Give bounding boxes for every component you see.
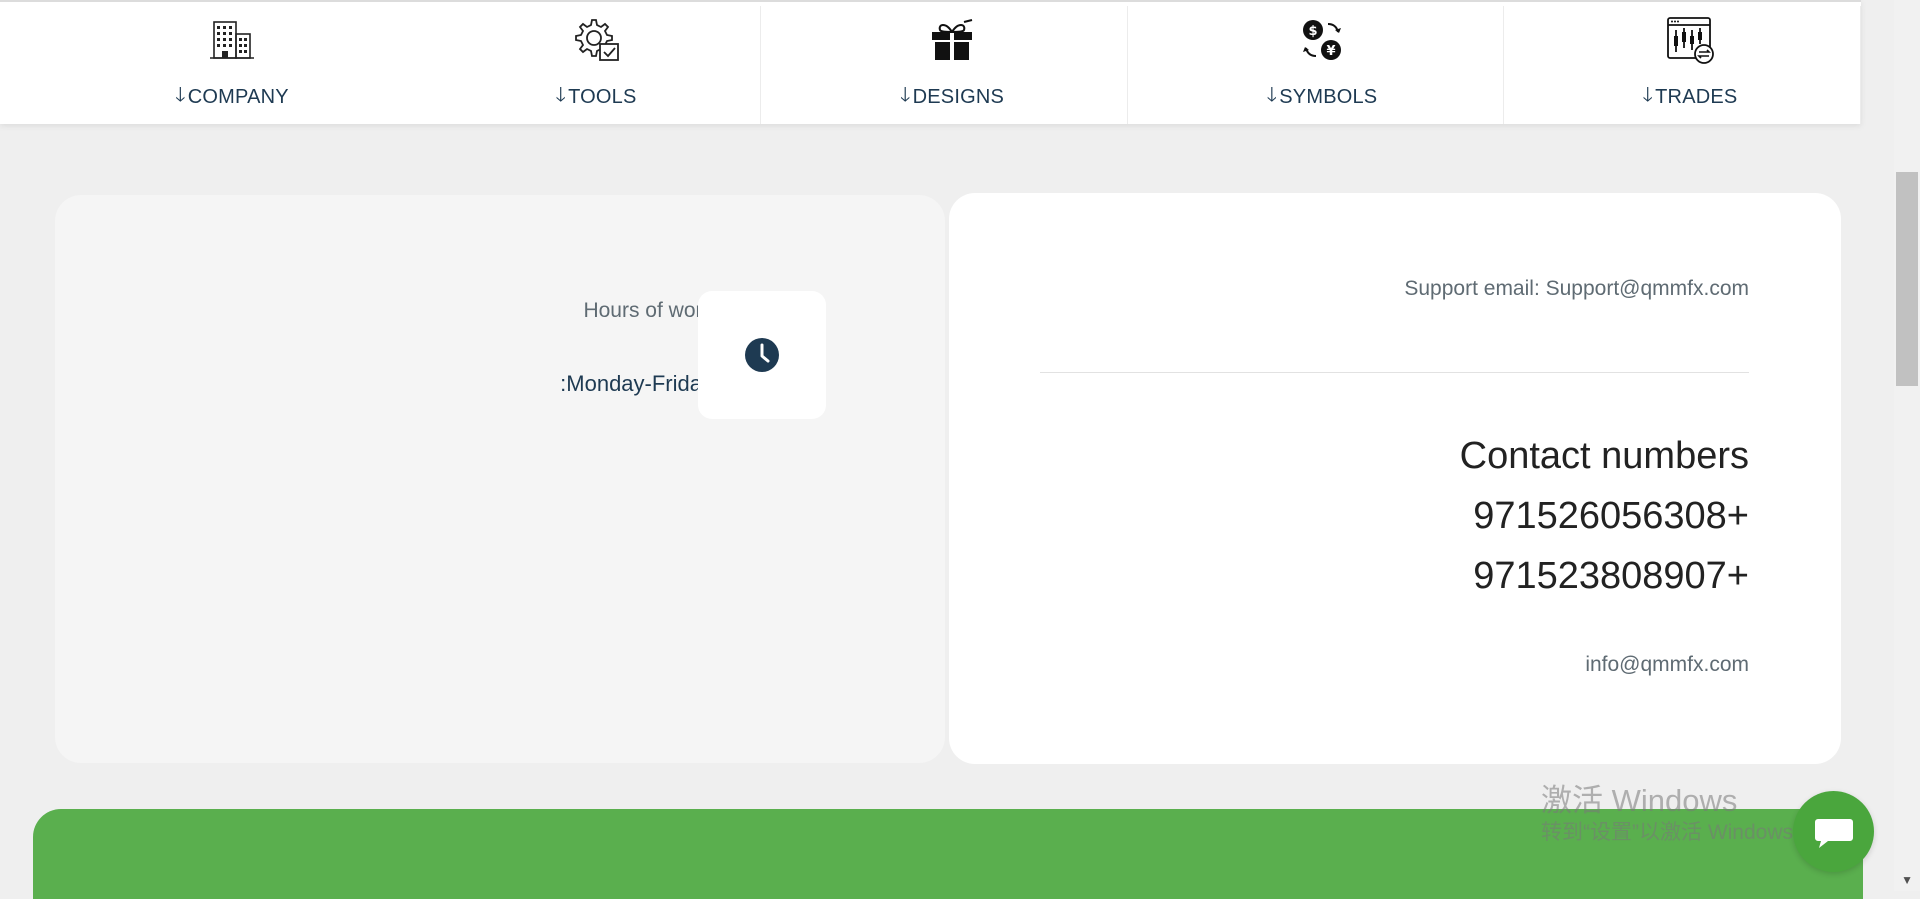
windows-watermark-title: 激活 Windows (1541, 783, 1738, 818)
phone-number[interactable]: 971523808907+ (1473, 555, 1749, 598)
nav-divider (1127, 6, 1128, 124)
nav-divider (760, 6, 761, 124)
arrow-down-icon: 🡓 (175, 84, 186, 106)
hours-days: :Monday-Friday (560, 371, 713, 396)
nav-item-tools[interactable]: 🡓 TOOLS (546, 2, 646, 124)
arrow-down-icon: 🡓 (1642, 84, 1654, 106)
nav-divider (1503, 6, 1504, 124)
nav-item-designs[interactable]: 🡓 DESIGNS (892, 2, 1012, 124)
contact-card: Support email: Support@qmmfx.com Contact… (949, 193, 1841, 764)
scrollbar-thumb[interactable] (1896, 172, 1918, 386)
gear-check-icon (575, 19, 619, 61)
phone-number[interactable]: 971526056308+ (1473, 495, 1749, 538)
candlestick-chart-icon (1667, 17, 1714, 64)
support-email[interactable]: Support email: Support@qmmfx.com (1404, 277, 1749, 301)
nav-label-designs: 🡓 DESIGNS (900, 80, 1004, 114)
svg-text:¥: ¥ (1326, 44, 1335, 59)
hours-card: Hours of work :Monday-Friday (55, 195, 945, 763)
chat-bubble-icon (1814, 818, 1853, 848)
windows-watermark-subtitle: 转到“设置”以激活 Windows。 (1541, 821, 1815, 844)
arrow-down-icon: 🡓 (1266, 84, 1278, 106)
nav-item-trades[interactable]: 🡓 TRADES (1640, 2, 1740, 124)
currency-exchange-icon: $ ¥ (1303, 20, 1341, 60)
clock-icon-box (698, 291, 826, 419)
nav-divider (1860, 6, 1861, 124)
divider (1040, 372, 1749, 373)
hours-label: Hours of work (583, 299, 713, 322)
nav-label-symbols: 🡓 SYMBOLS (1267, 80, 1378, 114)
gift-icon (932, 19, 973, 60)
nav-label-company: 🡓 COMPANY (175, 80, 289, 114)
svg-text:$: $ (1308, 24, 1317, 39)
contact-numbers-title: Contact numbers (1459, 435, 1749, 477)
arrow-down-icon: 🡓 (555, 84, 567, 106)
scroll-down-arrow-icon[interactable]: ▼ (1901, 873, 1913, 887)
chat-button[interactable] (1793, 791, 1874, 872)
top-nav: 🡓 COMPANY 🡓 TOOLS 🡓 DESIGNS $ ¥ 🡓 SYMBOL… (0, 0, 1861, 124)
info-email[interactable]: info@qmmfx.com (1585, 653, 1749, 677)
nav-item-symbols[interactable]: $ ¥ 🡓 SYMBOLS (1262, 2, 1382, 124)
nav-label-tools: 🡓 TOOLS (555, 80, 636, 114)
nav-label-trades: 🡓 TRADES (1643, 80, 1738, 114)
clock-icon (745, 338, 779, 372)
arrow-down-icon: 🡓 (899, 84, 911, 106)
building-icon (210, 21, 254, 59)
scrollbar[interactable]: ▼ (1894, 0, 1920, 891)
nav-item-company[interactable]: 🡓 COMPANY (172, 2, 292, 124)
